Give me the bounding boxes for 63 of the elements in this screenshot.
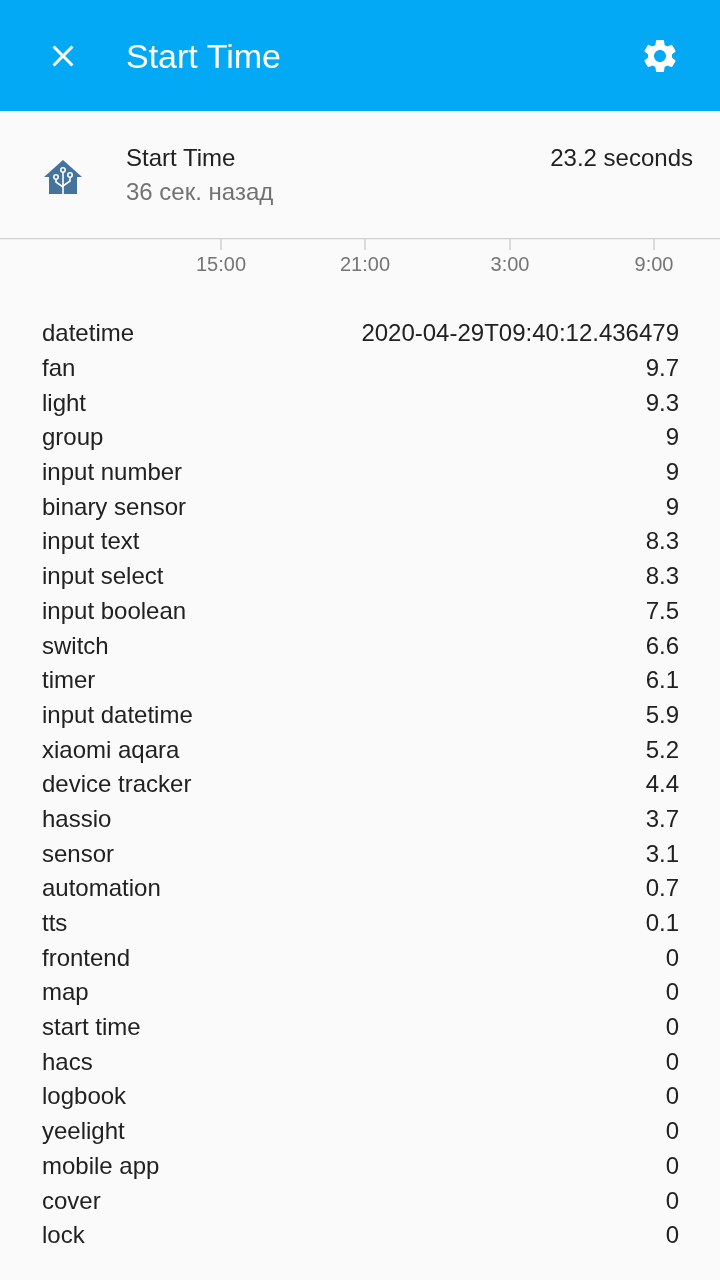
axis-tick-label: 15:00 — [195, 253, 247, 275]
attribute-name: switch — [42, 630, 109, 661]
attribute-name: lock — [42, 1220, 85, 1251]
attribute-name: frontend — [42, 942, 131, 973]
attribute-value: 9 — [665, 422, 679, 453]
attribute-name: input select — [42, 561, 164, 592]
attribute-name: fan — [42, 353, 76, 384]
attribute-value: 0 — [665, 1012, 679, 1043]
attribute-value: 6.6 — [645, 630, 679, 661]
attribute-value: 0 — [665, 977, 679, 1008]
attribute-name: group — [42, 422, 104, 453]
attribute-value: 0.1 — [645, 908, 679, 939]
attribute-name: logbook — [42, 1081, 127, 1112]
entity-name: Start Time — [126, 142, 236, 173]
attribute-value: 5.9 — [645, 699, 679, 730]
attribute-name: device tracker — [42, 769, 192, 800]
attribute-value: 9 — [665, 457, 679, 488]
attribute-value: 8.3 — [645, 561, 679, 592]
attribute-name: timer — [42, 665, 96, 696]
attribute-value: 8.3 — [645, 526, 679, 557]
attribute-name: yeelight — [42, 1116, 125, 1147]
attribute-name: tts — [42, 908, 68, 939]
attribute-name: binary sensor — [42, 491, 187, 522]
attribute-value: 4.4 — [645, 769, 679, 800]
entity-state: 23.2 seconds — [550, 142, 693, 173]
last-changed-time: 36 сек. назад — [126, 176, 274, 207]
attribute-value: 6.1 — [645, 665, 679, 696]
attribute-value: 0 — [665, 942, 679, 973]
attribute-name: map — [42, 977, 89, 1008]
header-title: Start Time — [126, 35, 281, 76]
attribute-name: sensor — [42, 838, 115, 869]
attribute-value: 3.7 — [645, 803, 679, 834]
attribute-name: hacs — [42, 1046, 93, 1077]
attribute-value: 3.1 — [645, 838, 679, 869]
attribute-value: 0 — [665, 1046, 679, 1077]
attribute-name: xiaomi aqara — [42, 734, 180, 765]
axis-tick-label: 3:00 — [490, 253, 530, 275]
attribute-value: 0 — [665, 1220, 679, 1251]
attribute-value: 7.5 — [645, 595, 679, 626]
attribute-value: 0 — [665, 1185, 679, 1216]
house-icon — [44, 159, 82, 194]
attribute-value: 0.7 — [645, 873, 679, 904]
attribute-name: hassio — [42, 803, 112, 834]
attribute-name: input datetime — [42, 699, 193, 730]
attribute-name: start time — [42, 1012, 141, 1043]
attribute-name: input number — [42, 457, 183, 488]
attribute-name: automation — [42, 873, 161, 904]
attribute-value: 0 — [665, 1116, 679, 1147]
attribute-name: input text — [42, 526, 140, 557]
attribute-name: light — [42, 387, 87, 418]
attribute-value: 5.2 — [645, 734, 679, 765]
attribute-name: cover — [42, 1185, 101, 1216]
attribute-value: 9.7 — [645, 353, 679, 384]
axis-tick-label: 9:00 — [634, 253, 674, 275]
attribute-name: datetime — [42, 318, 135, 349]
axis-tick-label: 21:00 — [339, 253, 391, 275]
attribute-value: 0 — [665, 1081, 679, 1112]
attribute-name: mobile app — [42, 1150, 160, 1181]
attribute-value: 9.3 — [645, 387, 679, 418]
attribute-value: 0 — [665, 1150, 679, 1181]
attribute-name: input boolean — [42, 595, 187, 626]
attribute-value: 9 — [665, 491, 679, 522]
attribute-value: 2020-04-29T09:40:12.436479 — [361, 318, 679, 349]
